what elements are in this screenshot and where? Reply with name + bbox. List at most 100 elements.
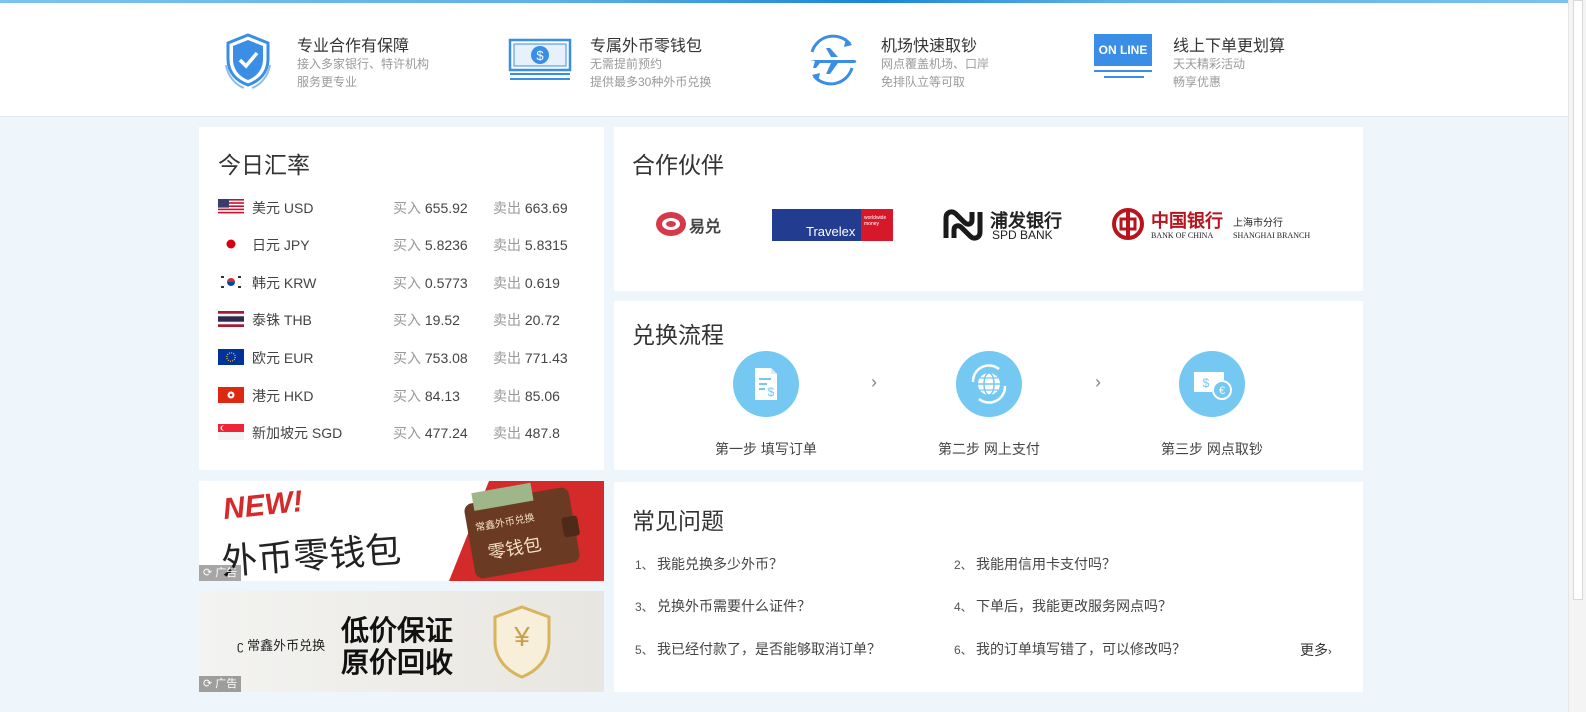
yidui-logo-icon[interactable]: 易兑	[654, 209, 724, 241]
chevron-right-icon: ›	[1328, 646, 1332, 658]
faq-item[interactable]: 1、 我能兑换多少外币？	[635, 554, 783, 574]
sell-label: 卖出	[493, 200, 521, 216]
faq-item[interactable]: 3、 兑换外币需要什么证件？	[635, 596, 811, 616]
sell-value: 487.8	[524, 425, 560, 441]
boc-mark-icon	[1112, 208, 1144, 240]
partner-branch: 上海市分行	[1233, 218, 1283, 229]
svg-text:€: €	[1219, 385, 1225, 397]
currency-name: 美元 USD	[252, 200, 314, 216]
buy-rate: 买入 753.08	[393, 348, 468, 368]
online-pay-globe-icon	[956, 351, 1022, 417]
process-title: 兑换流程	[632, 322, 724, 348]
refresh-icon: ⟳	[203, 567, 213, 579]
sell-rate: 卖出 771.43	[493, 348, 568, 368]
feature-desc-line: 服务更专业	[297, 75, 358, 89]
feature-desc-line: 天天精彩活动	[1173, 57, 1246, 71]
more-label: 更多	[1300, 642, 1328, 658]
sell-label: 卖出	[493, 275, 521, 291]
faq-num: 5、	[635, 643, 654, 657]
ad-tag-label: 广告	[215, 567, 238, 579]
feature-desc: 无需提前预约 提供最多30种外币兑换	[590, 55, 711, 91]
features-bar: 专业合作有保障 接入多家银行、特许机构 服务更专业 $ 专属外币零钱包 无需提前…	[0, 3, 1568, 117]
scrollbar-thumb[interactable]	[1573, 0, 1583, 600]
buy-rate: 买入 5.8236	[393, 235, 468, 255]
sell-label: 卖出	[493, 312, 521, 328]
ad-tag: ⟳ 广告	[199, 676, 242, 692]
spdb-mark-icon	[943, 209, 983, 241]
faq-item[interactable]: 5、 我已经付款了，是否能够取消订单？	[635, 639, 881, 659]
sell-label: 卖出	[493, 425, 521, 441]
rates-title: 今日汇率	[218, 152, 310, 178]
faq-num: 2、	[954, 558, 973, 572]
shield-icon	[225, 33, 271, 89]
svg-text:$: $	[768, 385, 775, 399]
rates-card: 今日汇率 美元 USD 买入 655.92 卖出 663.69 日元 JPY 买…	[199, 127, 604, 470]
feature-title: 专业合作有保障	[297, 38, 410, 55]
faq-question: 我能用信用卡支付吗？	[976, 556, 1116, 572]
ad-brand-name: 常鑫外币兑换	[247, 638, 326, 653]
yuan-symbol: ¥	[514, 621, 530, 652]
currency-name: 日元 JPY	[252, 237, 310, 253]
currency-name: 韩元 KRW	[252, 275, 317, 291]
sell-rate: 卖出 85.06	[493, 386, 560, 406]
faq-num: 3、	[635, 600, 654, 614]
airport-plane-icon	[810, 34, 857, 86]
hk-flag-icon	[218, 387, 244, 403]
sell-label: 卖出	[493, 388, 521, 404]
sell-value: 771.43	[524, 350, 568, 366]
jp-flag-icon	[218, 236, 244, 252]
sg-flag-icon	[218, 424, 244, 440]
feature-desc-line: 无需提前预约	[590, 57, 663, 71]
faq-card: 常见问题 1、 我能兑换多少外币？ 2、 我能用信用卡支付吗？ 3、 兑换外币需要什么…	[614, 482, 1363, 692]
feature-desc: 网点覆盖机场、口岸 免排队立等可取	[881, 55, 989, 91]
wallet-brand: 常鑫外币兑换	[474, 512, 536, 534]
ad-price-banner[interactable]: ʗ 常鑫外币兑换 低价保证 原价回收 ¥ ⟳ 广告	[199, 591, 604, 692]
currency-name: 新加坡元 SGD	[252, 425, 343, 441]
sell-value: 0.619	[524, 275, 560, 291]
feature-title: 专属外币零钱包	[590, 38, 703, 55]
th-flag-icon	[218, 311, 244, 327]
partner-name: Travelex	[806, 224, 856, 239]
faq-num: 4、	[954, 600, 973, 614]
svg-text:$: $	[536, 48, 544, 63]
faq-item[interactable]: 4、 下单后，我能更改服务网点吗？	[954, 596, 1172, 616]
process-card: 兑换流程 $ 第一步 填写订单 › 第二步 网上支付 › $ € 第三步 网点取…	[614, 301, 1363, 470]
faq-question: 我的订单填写错了，可以修改吗？	[976, 641, 1186, 657]
boc-logo-icon[interactable]: 中国银行 BANK OF CHINA 上海市分行 SHANGHAI BRANCH	[1111, 207, 1316, 243]
partner-name: 易兑	[689, 219, 722, 236]
ad-wallet-banner[interactable]: NEW! 外币零钱包 常鑫外币兑换 零钱包 ⟳ 广告	[199, 481, 604, 581]
currency-name: 泰铢 THB	[252, 312, 312, 328]
ad-brand: ʗ 常鑫外币兑换	[237, 635, 325, 654]
buy-label: 买入	[393, 350, 421, 366]
faq-question: 我已经付款了，是否能够取消订单？	[657, 641, 881, 657]
step-label: 第一步 填写订单	[715, 441, 817, 457]
travelex-logo-icon[interactable]: Travelex worldwide money	[772, 209, 893, 241]
faq-title: 常见问题	[632, 508, 724, 534]
scrollbar[interactable]	[1568, 0, 1586, 712]
chevron-right-icon: ›	[871, 372, 877, 392]
ad-tag: ⟳ 广告	[199, 565, 242, 581]
sell-value: 663.69	[524, 200, 568, 216]
sell-rate: 卖出 0.619	[493, 273, 560, 293]
spdb-logo-icon[interactable]: 浦发银行 SPD BANK	[942, 207, 1067, 243]
online-badge: ON LINE	[1094, 34, 1152, 66]
us-flag-icon	[218, 199, 244, 215]
buy-rate: 买入 477.24	[393, 423, 468, 443]
ad-line2: 原价回收	[341, 647, 454, 678]
kr-flag-icon	[218, 274, 244, 290]
more-link[interactable]: 更多›	[1300, 640, 1332, 660]
sell-value: 85.06	[524, 388, 560, 404]
sell-rate: 卖出 487.8	[493, 423, 560, 443]
buy-value: 655.92	[424, 200, 468, 216]
sell-rate: 卖出 663.69	[493, 198, 568, 218]
partner-sub: SPD BANK	[992, 228, 1053, 242]
sell-label: 卖出	[493, 350, 521, 366]
buy-label: 买入	[393, 200, 421, 216]
faq-item[interactable]: 2、 我能用信用卡支付吗？	[954, 554, 1116, 574]
feature-desc: 天天精彩活动 畅享优惠	[1173, 55, 1245, 91]
buy-value: 19.52	[424, 312, 460, 328]
feature-desc-line: 接入多家银行、特许机构	[297, 57, 430, 71]
brand-logo-icon: ʗ	[237, 638, 244, 653]
sell-label: 卖出	[493, 237, 521, 253]
faq-item[interactable]: 6、 我的订单填写错了，可以修改吗？	[954, 639, 1186, 659]
